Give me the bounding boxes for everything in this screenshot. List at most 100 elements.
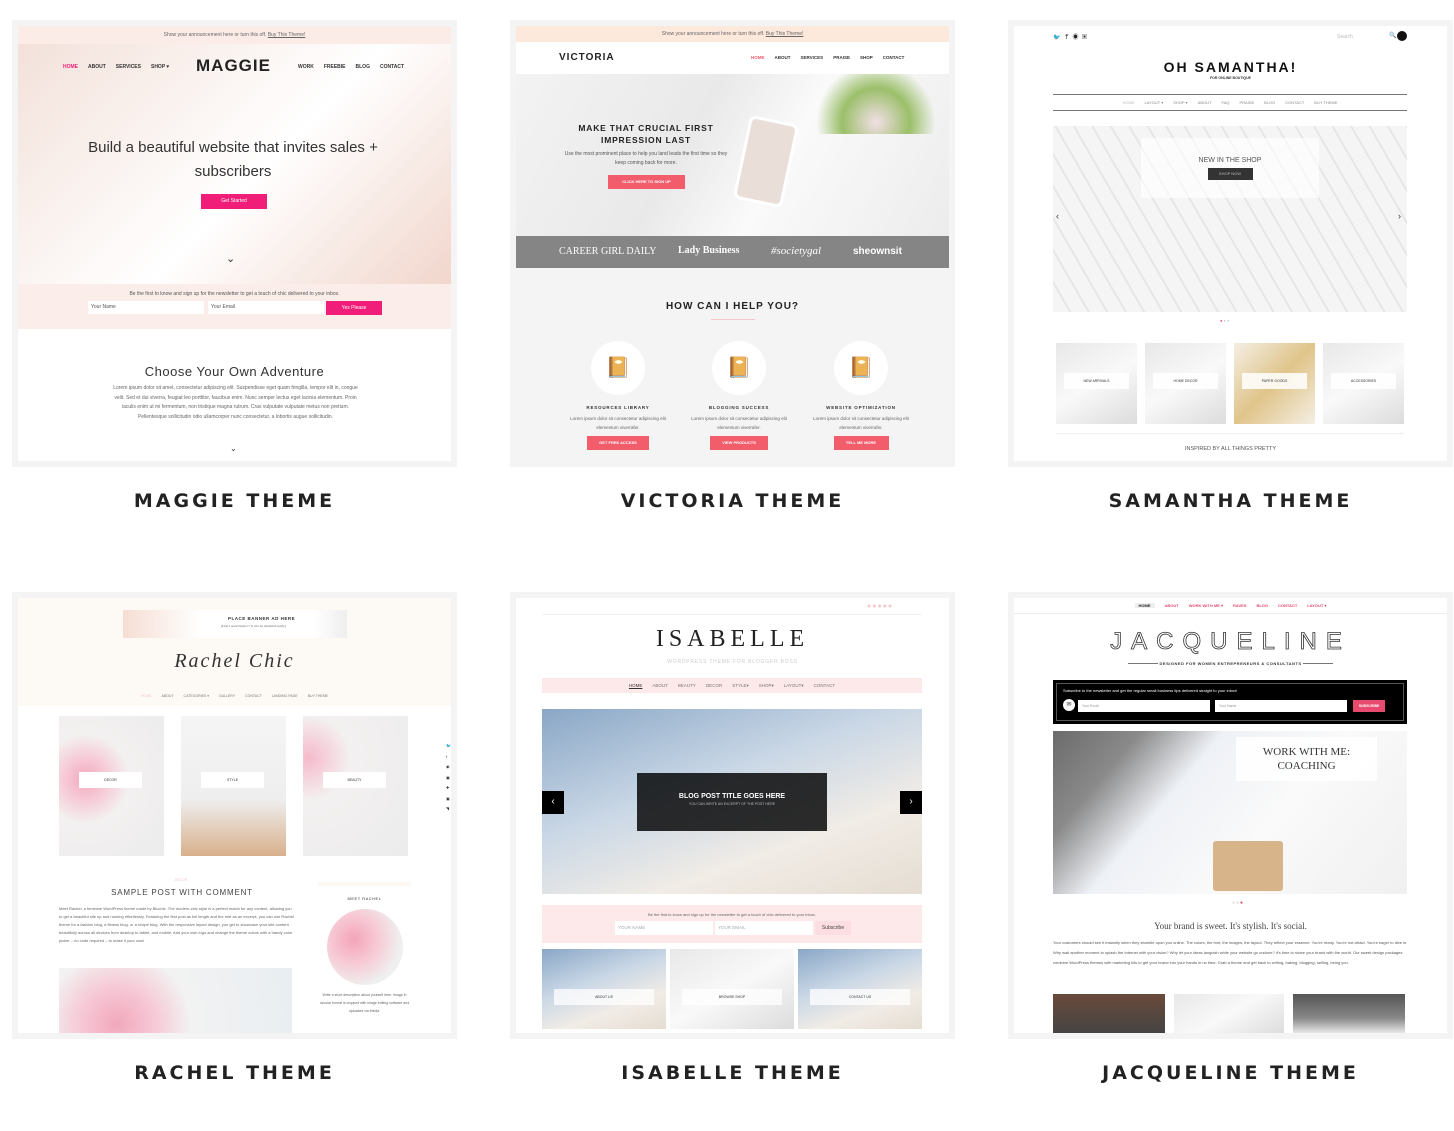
category-tile[interactable]: BEAUTY [303, 716, 408, 856]
nav-item[interactable]: BLOG [1264, 100, 1275, 105]
view-products-button[interactable]: VIEW PRODUCTS [710, 436, 768, 450]
theme-caption[interactable]: MAGGIE THEME [12, 490, 457, 512]
nav-item[interactable]: FAQ [1221, 100, 1229, 105]
category-tile[interactable]: NEW ARRIVALS [1056, 343, 1137, 424]
isabelle-theme-preview[interactable]: ●●●●● ISABELLE WORDPRESS THEME FOR BLOGG… [510, 592, 955, 1039]
nav-item[interactable]: RAVES [1233, 603, 1246, 608]
nav-item[interactable]: STYLE▾ [732, 683, 749, 688]
feature-image[interactable] [1293, 994, 1405, 1033]
slider-dots[interactable]: ●●● [1220, 318, 1230, 323]
category-tile[interactable]: PAPER GOODS [1234, 343, 1315, 424]
category-tile[interactable]: HOME DECOR [1145, 343, 1226, 424]
nav-item[interactable]: CONTACT [1285, 100, 1304, 105]
feature-image[interactable] [1053, 994, 1165, 1033]
category-tile[interactable]: STYLE [181, 716, 286, 856]
nav-item[interactable]: ABOUT [1198, 100, 1212, 105]
get-free-access-button[interactable]: GET FREE ACCESS [587, 436, 649, 450]
nav-item[interactable]: HOME [141, 694, 152, 698]
nav-item[interactable]: HOME [1123, 100, 1135, 105]
social-icons[interactable]: 🐦ｆ◉▣ [1053, 32, 1090, 41]
nav-item[interactable]: SERVICES [116, 64, 141, 70]
nav-item[interactable]: ABOUT [652, 683, 668, 688]
nav-item[interactable]: BLOG [1256, 603, 1268, 608]
post-category[interactable]: DECOR [18, 878, 344, 882]
chevron-down-icon[interactable]: ⌄ [226, 252, 235, 265]
slide-title[interactable]: BLOG POST TITLE GOES HERE [637, 793, 827, 800]
jacqueline-theme-preview[interactable]: HOME ABOUT WORK WITH ME ▾ RAVES BLOG CONTACT L… [1008, 592, 1453, 1039]
email-input[interactable]: Your Email [208, 301, 324, 314]
nav-item[interactable]: SHOP ▾ [151, 64, 169, 70]
nav-item[interactable]: GALLERY [219, 694, 235, 698]
nav-item[interactable]: BLOG [356, 64, 370, 70]
yes-please-button[interactable]: Yes Please [326, 301, 382, 315]
nav-item[interactable]: CONTACT [1278, 603, 1297, 608]
samantha-theme-preview[interactable]: 🐦ｆ◉▣ Search 🔍 OH SAMANTHA! FOR ONLINE BO… [1008, 20, 1453, 467]
site-logo[interactable]: OH SAMANTHA! [1014, 59, 1447, 75]
site-logo[interactable]: VICTORIA [559, 52, 615, 63]
feature-tile[interactable]: CONTACT US [798, 949, 922, 1029]
rachel-theme-preview[interactable]: PLACE BANNER AD HERE (Don't need banner?… [12, 592, 457, 1039]
nav-item[interactable]: PRAISE [833, 55, 850, 60]
cart-icon[interactable] [1397, 31, 1407, 41]
banner-ad[interactable]: PLACE BANNER AD HERE (Don't need banner?… [123, 610, 347, 638]
nav-item[interactable]: WORK [298, 64, 314, 70]
theme-caption[interactable]: RACHEL THEME [12, 1062, 457, 1084]
announcement-link[interactable]: Buy This Theme! [268, 32, 306, 38]
nav-item[interactable]: CONTACT [883, 55, 905, 60]
nav-item[interactable]: LAYOUT▾ [784, 683, 804, 688]
nav-item[interactable]: LAYOUT ▾ [1307, 603, 1326, 608]
tell-me-more-button[interactable]: TELL ME MORE [833, 436, 889, 450]
chevron-down-icon[interactable]: ⌄ [230, 444, 237, 453]
get-started-button[interactable]: Get Started [201, 194, 267, 209]
nav-item[interactable]: SHOP ▾ [1173, 100, 1187, 105]
nav-item[interactable]: HOME [63, 64, 78, 70]
nav-item[interactable]: DECOR [706, 683, 722, 688]
nav-item[interactable]: ABOUT [161, 694, 173, 698]
victoria-theme-preview[interactable]: Show your announcement here or turn this… [510, 20, 955, 467]
nav-item[interactable]: WORK WITH ME ▾ [1189, 603, 1223, 608]
feature-tile[interactable]: ABOUT US [542, 949, 666, 1029]
nav-item[interactable]: PRAISE [1239, 100, 1254, 105]
nav-item[interactable]: BEAUTY [678, 683, 696, 688]
search-icon[interactable]: 🔍 [1389, 32, 1396, 39]
nav-item[interactable]: HOME [1134, 603, 1155, 608]
nav-item[interactable]: CONTACT [814, 683, 835, 688]
nav-item[interactable]: CATEGORIES ▾ [184, 694, 209, 698]
chevron-left-icon[interactable]: ‹ [1056, 211, 1059, 221]
theme-caption[interactable]: ISABELLE THEME [510, 1062, 955, 1084]
chevron-left-icon[interactable]: ‹ [542, 791, 564, 814]
theme-caption[interactable]: SAMANTHA THEME [1008, 490, 1453, 512]
nav-item[interactable]: ABOUT [775, 55, 791, 60]
nav-item[interactable]: FREEBIE [324, 64, 346, 70]
nav-item[interactable]: LAYOUT ▾ [1145, 100, 1164, 105]
nav-item[interactable]: ABOUT [88, 64, 106, 70]
nav-item[interactable]: SHOP▾ [759, 683, 774, 688]
search-input[interactable]: Search [1337, 34, 1377, 40]
email-input[interactable]: YOUR EMAIL [715, 921, 813, 935]
nav-item[interactable]: CONTACT [380, 64, 404, 70]
site-logo[interactable]: Rachel Chic [18, 650, 451, 673]
slide-title[interactable]: WORK WITH ME: COACHING [1236, 737, 1377, 781]
announcement-link[interactable]: Buy This Theme! [766, 31, 804, 37]
maggie-theme-preview[interactable]: Show your announcement here or turn this… [12, 20, 457, 467]
chevron-right-icon[interactable]: › [1398, 211, 1401, 221]
theme-caption[interactable]: JACQUELINE THEME [1008, 1062, 1453, 1084]
nav-item[interactable]: ABOUT [1165, 603, 1179, 608]
slider-dots[interactable]: ●●● [1232, 900, 1244, 906]
nav-item[interactable]: LANDING PAGE [272, 694, 298, 698]
feature-tile[interactable]: BROWSE SHOP [670, 949, 794, 1029]
sign-up-button[interactable]: CLICK HERE TO SIGN UP [608, 175, 685, 189]
nav-item[interactable]: HOME [629, 683, 643, 688]
name-input[interactable]: YOUR NAME [615, 921, 713, 935]
site-logo[interactable]: JACQUELINE [1014, 628, 1447, 656]
nav-item[interactable]: SHOP [860, 55, 873, 60]
email-input[interactable]: Your Email [1078, 700, 1210, 712]
category-tile[interactable]: DECOR [59, 716, 164, 856]
subscribe-button[interactable]: SUBSCRIBE [1353, 700, 1385, 712]
nav-item[interactable]: HOME [751, 55, 765, 60]
subscribe-button[interactable]: Subscribe [815, 921, 851, 935]
feature-image[interactable] [1174, 994, 1284, 1033]
nav-item[interactable]: SERVICES [801, 55, 824, 60]
site-logo[interactable]: ISABELLE [516, 626, 949, 653]
nav-item[interactable]: BUY THEME [1314, 100, 1337, 105]
